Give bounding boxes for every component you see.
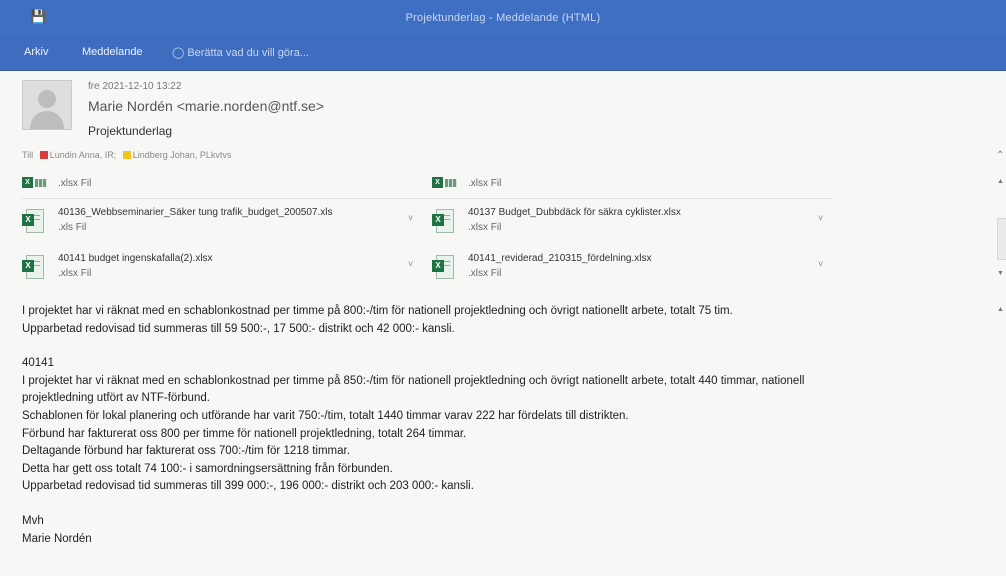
body-line: 40141 [22,357,54,370]
attachment-top-2[interactable]: X .xlsx Fil [432,177,812,195]
tell-me-search[interactable]: ◯ Berätta vad du vill göra... [172,46,309,59]
attachment-name: 40141 budget ingenskafalla(2).xlsx [58,253,213,264]
attachment-name: 40136_Webbseminarier_Säker tung trafik_b… [58,207,333,218]
body-line: I projektet har vi räknat med en schablo… [22,305,733,317]
excel-file-icon: X [432,255,454,279]
attachment-type: .xlsx Fil [468,178,502,189]
attachment-type: .xls Fil [58,222,87,233]
tab-meddelande[interactable]: Meddelande [82,46,143,58]
lightbulb-icon: ◯ [172,47,185,59]
tab-arkiv[interactable]: Arkiv [24,46,48,58]
collapse-header-icon[interactable]: ⌃ [996,150,1004,161]
message-subject: Projektunderlag [88,124,173,138]
presence-busy-icon [39,151,48,159]
excel-icon: X [22,177,47,189]
chevron-down-icon[interactable]: ˅ [818,213,823,223]
excel-file-icon: X [22,255,44,279]
excel-file-icon: X [432,209,454,233]
body-line: Schablonen för lokal planering och utför… [22,409,629,422]
recipients-line: Till Lundin Anna, IR; Lindberg Johan, PL… [22,150,231,160]
body-line: Upparbetad redovisad tid summeras till 3… [22,480,474,493]
avatar-shoulders [30,111,64,129]
body-line: Upparbetad redovisad tid summeras till 5… [22,322,455,335]
excel-file-icon: X [22,209,44,233]
body-scroll-up-icon[interactable]: ▲ [997,306,1004,313]
chevron-down-icon[interactable]: ˅ [408,213,413,223]
attachment-type: .xlsx Fil [468,222,502,233]
body-line: I projektet har vi räknat med en schablo… [22,374,805,387]
body-line: Deltagande förbund har fakturerat oss 70… [22,445,350,458]
attachment-name: 40137 Budget_Dubbdäck för säkra cykliste… [468,207,681,218]
attachment-file-3[interactable]: X 40141 budget ingenskafalla(2).xlsx .xl… [22,249,422,285]
attachment-name: 40141_reviderad_210315_fördelning.xlsx [468,253,652,264]
body-line: Förbund har fakturerat oss 800 per timme… [22,427,467,440]
sender-name[interactable]: Marie Nordén <marie.norden@ntf.se> [88,98,324,114]
attachment-top-1[interactable]: X .xlsx Fil [22,177,402,195]
tell-me-text: Berätta vad du vill göra... [187,47,309,59]
recipient-2[interactable]: Lindberg Johan, PLkvtvs [133,150,232,160]
message-date: fre 2021-12-10 13:22 [88,81,182,92]
sender-avatar [22,80,72,130]
body-line: projektledning utfört av NTF-förbund. [22,392,210,405]
body-line: Detta har gett oss totalt 74 100:- i sam… [22,462,393,475]
attachment-file-4[interactable]: X 40141_reviderad_210315_fördelning.xlsx… [432,249,832,285]
window-title: Projektunderlag - Meddelande (HTML) [405,12,601,24]
scroll-up-icon[interactable]: ▲ [997,178,1004,185]
ribbon: Arkiv Meddelande ◯ Berätta vad du vill gö… [0,36,1006,71]
scroll-down-icon[interactable]: ▼ [997,270,1004,277]
avatar-head [38,90,56,108]
recipient-1[interactable]: Lundin Anna, IR; [50,150,117,160]
message-body: I projektet har vi räknat med en schablo… [22,303,982,548]
signature-name: Marie Nordén [22,532,92,545]
attachments-scrollbar[interactable] [997,218,1006,260]
title-bar: 💾 Projektunderlag - Meddelande (HTML) [0,0,1006,36]
attachment-file-1[interactable]: X 40136_Webbseminarier_Säker tung trafik… [22,203,422,239]
attachment-type: .xlsx Fil [58,268,92,279]
attachment-file-2[interactable]: X 40137 Budget_Dubbdäck för säkra cyklis… [432,203,832,239]
excel-icon: X [432,177,457,189]
attachment-type: .xlsx Fil [58,178,92,189]
signoff: Mvh [22,514,44,527]
attachment-type: .xlsx Fil [468,268,502,279]
presence-away-icon [122,151,131,159]
chevron-down-icon[interactable]: ˅ [408,259,413,269]
to-label: Till [22,150,34,160]
chevron-down-icon[interactable]: ˅ [818,259,823,269]
attachments-divider [22,198,832,199]
